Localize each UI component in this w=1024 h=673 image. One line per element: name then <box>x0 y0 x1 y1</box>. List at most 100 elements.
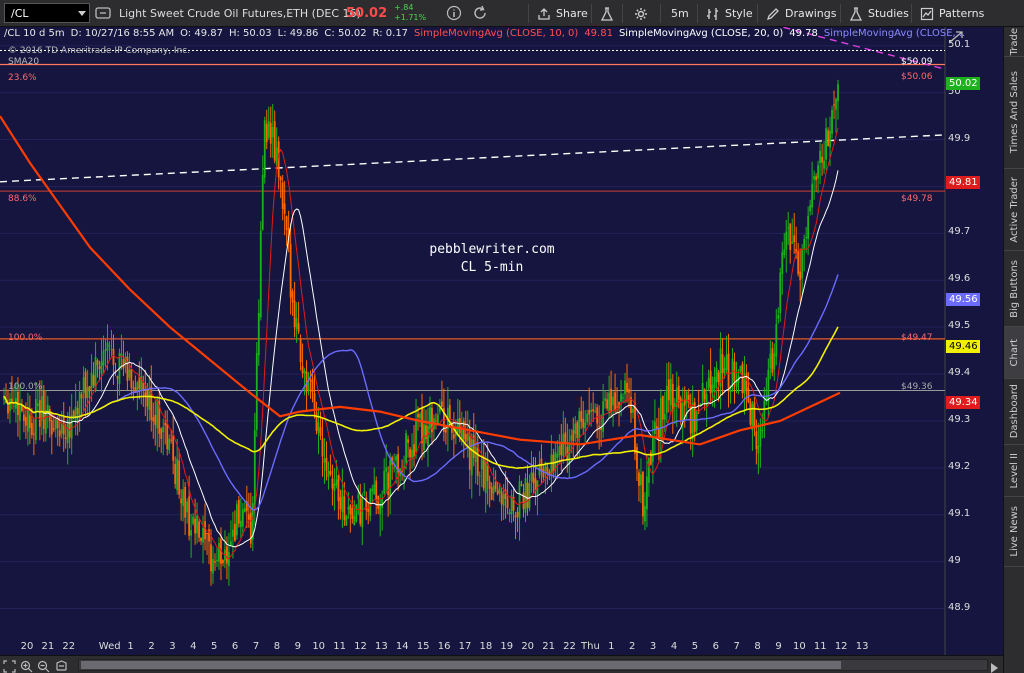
flask-button[interactable] <box>600 0 614 27</box>
candle-body <box>80 394 83 399</box>
tab-dashboard[interactable]: Dashboard <box>1004 379 1024 445</box>
fib-label-886: 88.6% <box>8 194 37 204</box>
candle-body <box>685 391 688 404</box>
candle-body <box>166 423 169 450</box>
price-tick: 49.9 <box>948 132 971 144</box>
candle-body <box>520 484 523 486</box>
candle-body <box>259 230 262 318</box>
tab-big-buttons[interactable]: Big Buttons <box>1004 251 1024 327</box>
candle-body <box>9 398 11 412</box>
candle-body <box>255 353 258 430</box>
candle-body <box>168 438 171 451</box>
candle-body <box>176 458 179 491</box>
candle-body <box>837 84 839 102</box>
refresh-icon[interactable] <box>472 5 488 21</box>
bar-range: R: 0.17 <box>372 28 409 39</box>
chart-area[interactable] <box>0 27 1003 655</box>
candle-body <box>518 481 521 519</box>
tab-level-ii[interactable]: Level II <box>1004 445 1024 497</box>
candle-body <box>307 382 310 391</box>
info-icon[interactable] <box>446 5 462 21</box>
candle-body <box>267 121 270 138</box>
watermark-line1: pebblewriter.com <box>429 242 555 257</box>
candle-body <box>530 472 533 482</box>
candle-body <box>279 176 282 181</box>
scroll-end-icon[interactable] <box>990 659 1003 673</box>
symbol-selector[interactable]: /CL <box>4 3 90 23</box>
candle-body <box>628 389 630 393</box>
price-badge: 50.02 <box>946 77 980 91</box>
tab-active-trader[interactable]: Active Trader <box>1004 169 1024 251</box>
fib-label-100b: 100.0% <box>8 382 43 392</box>
bottom-bar <box>0 655 1003 673</box>
candle-body <box>532 472 535 484</box>
candle-body <box>347 506 350 510</box>
candle-body <box>162 426 165 433</box>
reset-zoom-icon[interactable] <box>55 658 68 671</box>
candle-body <box>40 396 43 421</box>
horizontal-scrollbar[interactable] <box>78 659 988 671</box>
tab-live-news[interactable]: Live News <box>1004 497 1024 567</box>
candle-body <box>669 378 672 406</box>
candle-body <box>28 415 31 429</box>
candle-body <box>729 389 732 392</box>
candle-body <box>570 435 573 441</box>
time-tick: 11 <box>333 641 346 652</box>
candle-body <box>805 236 808 239</box>
zoom-in-icon[interactable] <box>20 658 33 673</box>
price-badge: 49.34 <box>946 396 980 410</box>
share-button[interactable]: Share <box>537 0 588 27</box>
candle-body <box>156 399 159 429</box>
tab-chart[interactable]: Chart <box>1004 327 1024 379</box>
candle-body <box>610 388 612 413</box>
candle-body <box>755 431 758 450</box>
collapse-icon[interactable] <box>948 29 964 43</box>
candle-body <box>24 416 27 426</box>
candle-body <box>54 419 57 429</box>
scrollbar-thumb[interactable] <box>81 661 841 669</box>
candle-body <box>474 447 477 463</box>
candle-body <box>361 497 364 528</box>
drawings-button[interactable]: Drawings <box>766 0 836 27</box>
price-chart[interactable] <box>0 27 1003 655</box>
candle-body <box>781 252 784 274</box>
candle-body <box>212 558 214 574</box>
candle-body <box>803 239 806 250</box>
candle-body <box>355 504 358 522</box>
candle-body <box>70 415 73 439</box>
candle-body <box>490 487 493 500</box>
candle-body <box>23 414 25 421</box>
tab-trade[interactable]: Trade <box>1004 27 1024 57</box>
candle-body <box>831 109 833 134</box>
candle-body <box>791 241 794 244</box>
patterns-button[interactable]: Patterns <box>920 0 984 27</box>
time-tick: 3 <box>649 641 657 652</box>
style-button[interactable]: Style <box>706 0 753 27</box>
link-icon[interactable] <box>95 5 111 21</box>
candle-body <box>713 376 716 389</box>
candle-body <box>373 484 376 495</box>
timeframe-button[interactable]: 5m <box>671 0 689 27</box>
candle-body <box>64 437 67 440</box>
candle-body <box>319 427 322 437</box>
sma10-value: 49.81 <box>584 28 613 39</box>
sma10-name: SimpleMovingAvg (CLOSE, 10, 0) <box>414 28 579 39</box>
candle-body <box>136 382 139 391</box>
candle-body <box>371 488 374 492</box>
candle-body <box>323 458 326 463</box>
candle-body <box>301 366 304 373</box>
zoom-out-icon[interactable] <box>37 658 50 673</box>
price-label-4947: $49.47 <box>901 333 933 343</box>
tab-times-and-sales[interactable]: Times And Sales <box>1004 57 1024 169</box>
chevron-down-icon[interactable] <box>75 4 89 22</box>
time-tick: 1 <box>127 641 134 652</box>
candle-body <box>584 422 587 429</box>
candle-body <box>295 317 298 329</box>
candle-body <box>592 409 595 412</box>
candle-body <box>777 315 780 319</box>
studies-button[interactable]: Studies <box>849 0 909 27</box>
candle-body <box>747 388 750 402</box>
candle-body <box>723 368 726 373</box>
settings-button[interactable] <box>634 0 648 27</box>
zoom-fit-icon[interactable] <box>3 658 16 673</box>
